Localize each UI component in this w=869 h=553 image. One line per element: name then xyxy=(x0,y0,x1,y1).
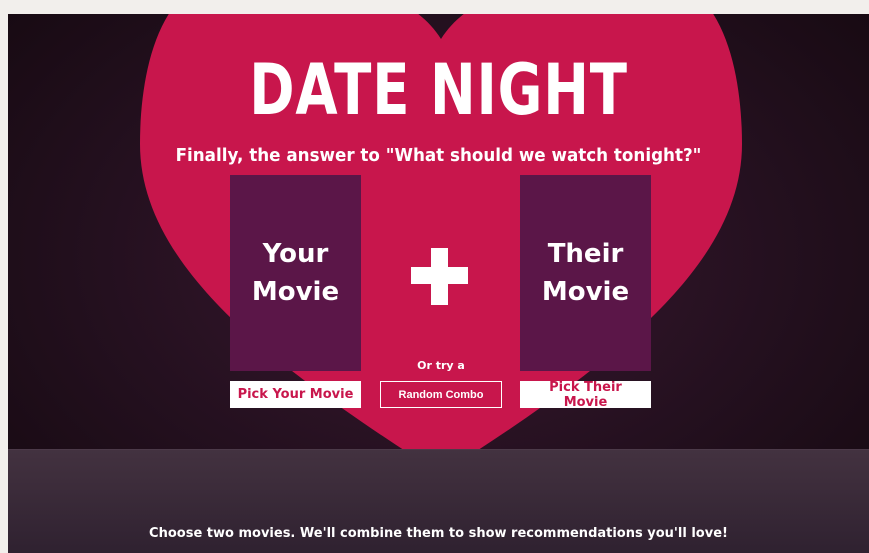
pick-your-movie-button[interactable]: Pick Your Movie xyxy=(230,381,361,408)
random-combo-button[interactable]: Random Combo xyxy=(380,381,502,408)
app-frame: DATE NIGHT Finally, the answer to "What … xyxy=(8,14,869,553)
footer-text: Choose two movies. We'll combine them to… xyxy=(149,526,728,541)
their-movie-line2: Movie xyxy=(541,277,630,307)
their-movie-line1: Their xyxy=(547,239,624,269)
page-title: DATE NIGHT xyxy=(249,49,628,131)
their-movie-card-label: Their Movie xyxy=(531,235,641,311)
tagline: Finally, the answer to "What should we w… xyxy=(175,145,702,166)
your-movie-card-label: Your Movie xyxy=(241,235,351,311)
footer: Choose two movies. We'll combine them to… xyxy=(8,449,869,553)
or-try-label: Or try a xyxy=(417,359,465,372)
their-movie-card[interactable]: Their Movie xyxy=(520,175,651,371)
pick-their-movie-button[interactable]: Pick Their Movie xyxy=(520,380,651,410)
your-movie-card[interactable]: Your Movie xyxy=(230,175,361,371)
your-movie-line1: Your xyxy=(262,239,329,269)
your-movie-line2: Movie xyxy=(251,277,340,307)
plus-icon xyxy=(411,248,468,305)
